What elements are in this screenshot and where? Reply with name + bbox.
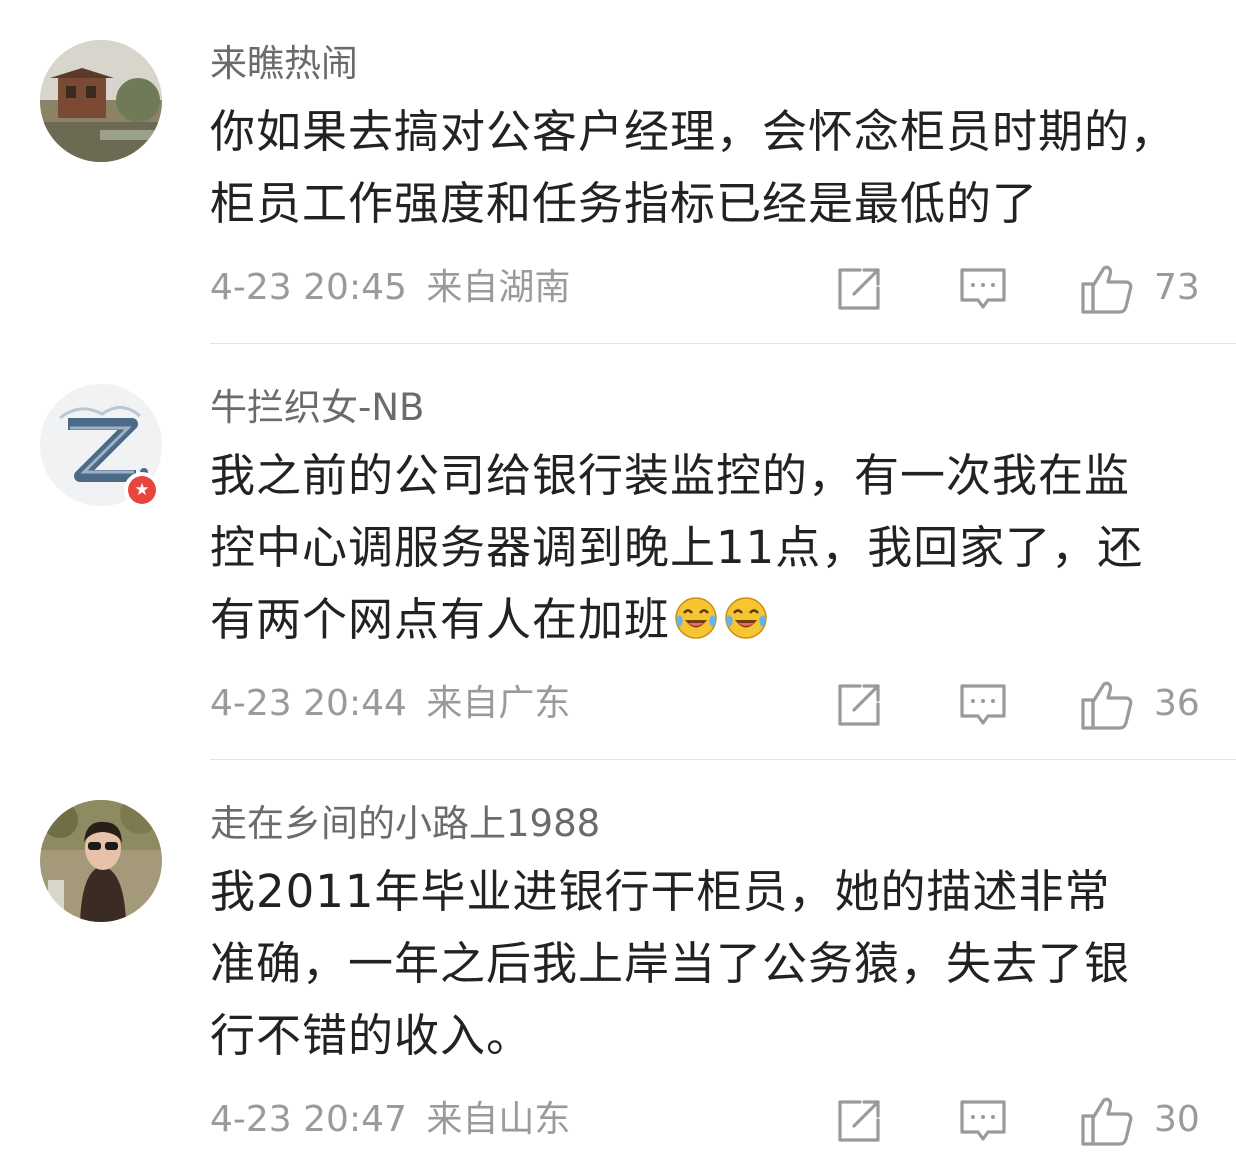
- verified-badge: ★: [124, 472, 160, 508]
- comment-text-line: 我2011年毕业进银行干柜员，她的描述非常: [210, 865, 1111, 918]
- comment-meta: 4-23 20:44 来自广东: [210, 682, 570, 726]
- comment-text: 我之前的公司给银行装监控的，有一次我在监 控中心调服务器调到晚上11点，我回家了…: [210, 440, 1210, 656]
- avatar[interactable]: [40, 800, 162, 922]
- like-count: 36: [1154, 683, 1200, 724]
- comment-icon[interactable]: [958, 680, 1008, 730]
- username[interactable]: 走在乡间的小路上1988: [210, 802, 600, 846]
- comment-text-line: 我之前的公司给银行装监控的，有一次我在监: [210, 449, 1131, 502]
- comment-text-line: 柜员工作强度和任务指标已经是最低的了: [210, 177, 1039, 230]
- avatar[interactable]: [40, 40, 162, 162]
- like-count: 30: [1154, 1099, 1200, 1140]
- comment-text-line: 有两个网点有人在加班: [210, 584, 1210, 656]
- username[interactable]: 牛拦织女-NB: [210, 386, 424, 430]
- comment-text: 我2011年毕业进银行干柜员，她的描述非常 准确，一年之后我上岸当了公务猿，失去…: [210, 856, 1210, 1072]
- comment-text-line: 准确，一年之后我上岸当了公务猿，失去了银: [210, 937, 1131, 990]
- verified-badge-icon: ★: [128, 476, 156, 504]
- share-icon[interactable]: [834, 264, 884, 314]
- thumbs-up-icon[interactable]: [1080, 262, 1134, 316]
- comment-text: 你如果去搞对公客户经理，会怀念柜员时期的， 柜员工作强度和任务指标已经是最低的了: [210, 96, 1210, 240]
- location: 来自广东: [426, 683, 571, 724]
- divider: [210, 343, 1236, 344]
- comment-text-line: 控中心调服务器调到晚上11点，我回家了，还: [210, 521, 1144, 574]
- location: 来自山东: [426, 1099, 571, 1140]
- username[interactable]: 来瞧热闹: [210, 42, 358, 86]
- comment-icon[interactable]: [958, 1096, 1008, 1146]
- comment-text-line: 你如果去搞对公客户经理，会怀念柜员时期的，: [210, 105, 1177, 158]
- share-icon[interactable]: [834, 1096, 884, 1146]
- comment-text-segment: 有两个网点有人在加班: [210, 593, 671, 646]
- comment-meta: 4-23 20:47 来自山东: [210, 1098, 570, 1142]
- divider: [210, 759, 1236, 760]
- comment-text-line: 行不错的收入。: [210, 1009, 533, 1062]
- comment-icon[interactable]: [958, 264, 1008, 314]
- share-icon[interactable]: [834, 680, 884, 730]
- timestamp: 4-23 20:44: [210, 683, 407, 724]
- like-count: 73: [1154, 267, 1200, 308]
- thumbs-up-icon[interactable]: [1080, 678, 1134, 732]
- laugh-cry-emoji: [672, 590, 720, 639]
- timestamp: 4-23 20:47: [210, 1099, 407, 1140]
- location: 来自湖南: [426, 267, 571, 308]
- comment-meta: 4-23 20:45 来自湖南: [210, 266, 570, 310]
- thumbs-up-icon[interactable]: [1080, 1094, 1134, 1148]
- timestamp: 4-23 20:45: [210, 267, 407, 308]
- laugh-cry-emoji: [722, 590, 770, 639]
